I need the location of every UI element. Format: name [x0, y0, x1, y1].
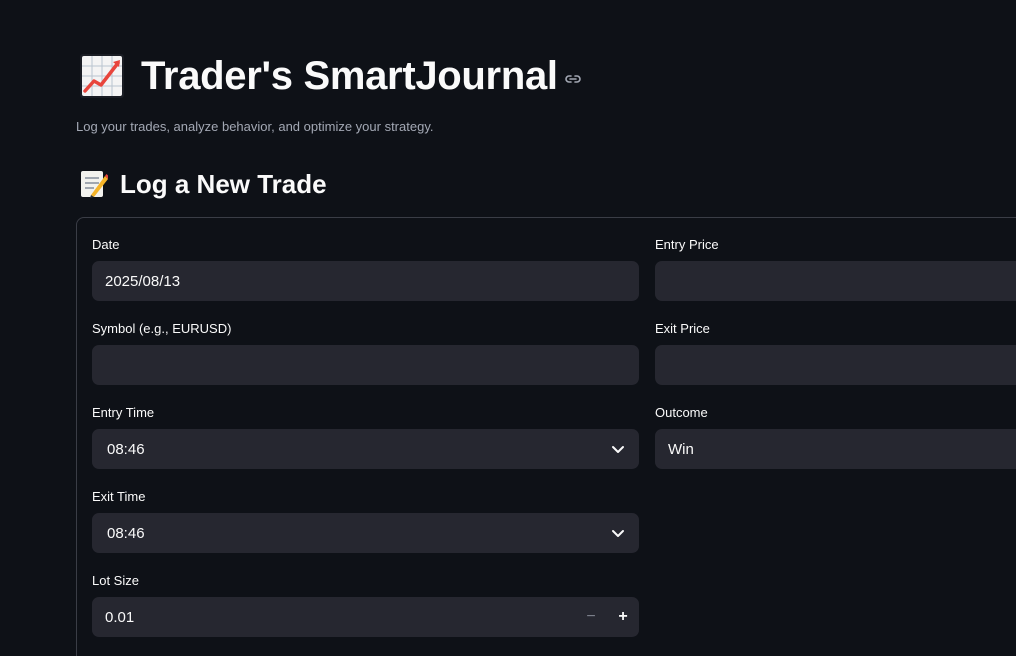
lot-size-value: 0.01: [105, 608, 135, 626]
page-subtitle: Log your trades, analyze behavior, and o…: [76, 119, 434, 134]
date-label: Date: [92, 237, 120, 252]
decrement-button[interactable]: −: [575, 597, 607, 637]
page-header: Trader's SmartJournal: [80, 52, 582, 100]
lot-size-label: Lot Size: [92, 573, 139, 588]
symbol-label: Symbol (e.g., EURUSD): [92, 321, 232, 336]
entry-price-input[interactable]: [655, 261, 1016, 301]
entry-time-value: 08:46: [107, 440, 145, 458]
outcome-label: Outcome: [655, 405, 708, 420]
lot-size-input[interactable]: 0.01 − +: [92, 597, 639, 637]
exit-time-select[interactable]: 08:46: [92, 513, 639, 553]
page-title: Trader's SmartJournal: [141, 53, 558, 98]
section-header: Log a New Trade: [78, 166, 327, 202]
exit-price-label: Exit Price: [655, 321, 710, 336]
exit-time-label: Exit Time: [92, 489, 146, 504]
trade-form: Date 2025/08/13 Symbol (e.g., EURUSD) En…: [76, 217, 1016, 656]
exit-time-value: 08:46: [107, 524, 145, 542]
memo-icon: [78, 169, 108, 199]
chevron-down-icon: [612, 446, 624, 453]
symbol-input[interactable]: [92, 345, 639, 385]
lot-size-stepper: − +: [575, 597, 639, 637]
entry-price-label: Entry Price: [655, 237, 719, 252]
chevron-down-icon: [612, 530, 624, 537]
date-value: 2025/08/13: [105, 272, 181, 290]
section-title: Log a New Trade: [120, 168, 327, 199]
increment-button[interactable]: +: [607, 597, 639, 637]
outcome-value: Win: [668, 440, 694, 458]
entry-time-select[interactable]: 08:46: [92, 429, 639, 469]
chart-increasing-icon: [80, 54, 124, 98]
entry-time-label: Entry Time: [92, 405, 155, 420]
anchor-link-icon[interactable]: [564, 70, 582, 88]
exit-price-input[interactable]: [655, 345, 1016, 385]
date-input[interactable]: 2025/08/13: [92, 261, 639, 301]
outcome-select[interactable]: Win: [655, 429, 1016, 469]
app-page: Trader's SmartJournal Log your trades, a…: [0, 0, 1016, 656]
